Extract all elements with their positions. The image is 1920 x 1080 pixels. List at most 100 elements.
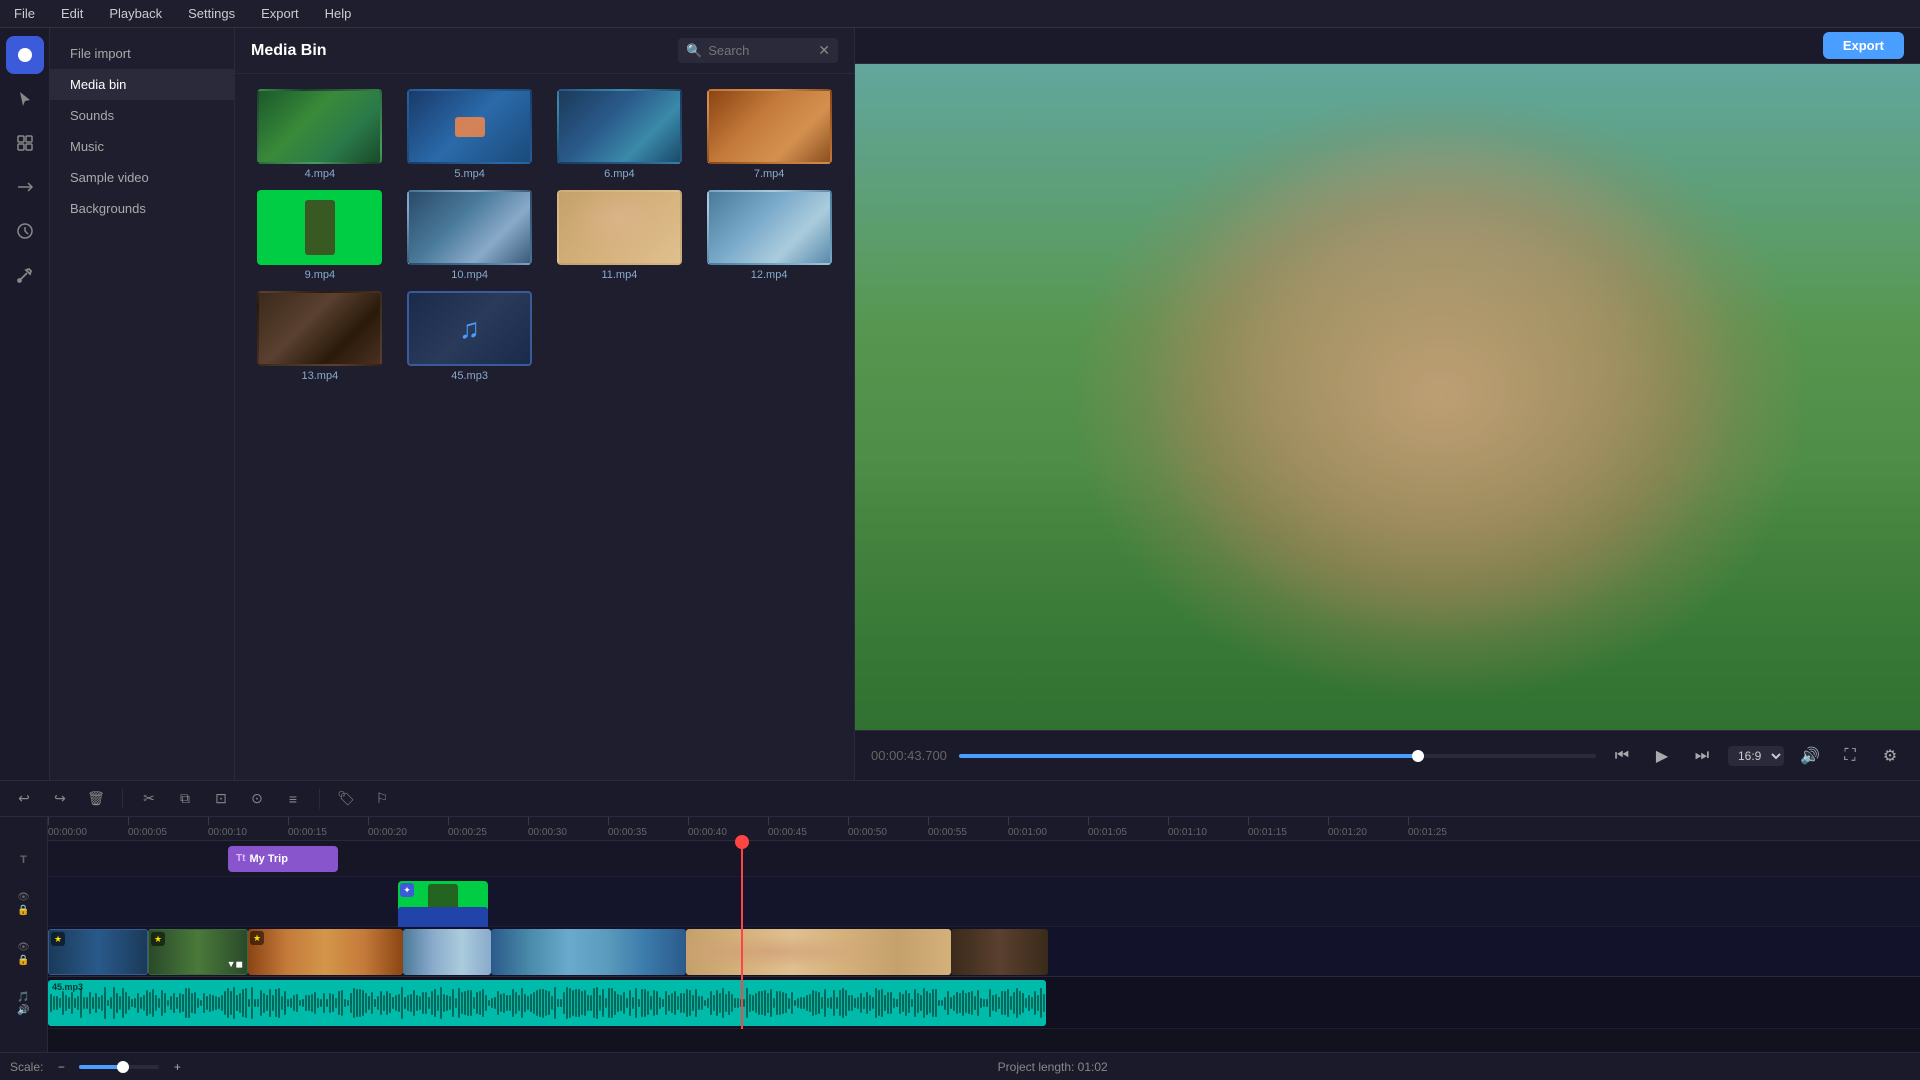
- media-label-5mp4: 5.mp4: [454, 168, 485, 180]
- media-item-12mp4[interactable]: 12.mp4: [699, 190, 839, 281]
- effect-clip[interactable]: [398, 907, 488, 929]
- ruler-mark-35s: 00:00:35: [608, 817, 647, 838]
- search-clear-icon[interactable]: ✕: [818, 42, 830, 59]
- video-clip-6[interactable]: [686, 929, 951, 975]
- video-clip-2[interactable]: ★ ▼◼: [148, 929, 248, 975]
- video-clip-4[interactable]: [403, 929, 491, 975]
- ruler-mark-45s: 00:00:45: [768, 817, 807, 838]
- eye-icon[interactable]: 👁: [17, 892, 30, 903]
- ruler-mark-1m15s: 00:01:15: [1248, 817, 1287, 838]
- media-item-4mp4[interactable]: 4.mp4: [250, 89, 390, 180]
- audio-mute-icon[interactable]: 🔊: [17, 1005, 29, 1016]
- panel-sample-video[interactable]: Sample video: [50, 162, 234, 193]
- menu-export[interactable]: Export: [257, 4, 303, 23]
- waveform-bars: [48, 980, 1046, 1026]
- media-item-9mp4[interactable]: 9.mp4: [250, 190, 390, 281]
- media-label-9mp4: 9.mp4: [305, 269, 336, 281]
- media-grid: 4.mp4 5.mp4 6.mp4 7.mp4: [235, 74, 854, 397]
- play-button[interactable]: ▶: [1648, 742, 1676, 770]
- settings-button[interactable]: ⚙: [1876, 742, 1904, 770]
- undo-button[interactable]: ↩: [10, 785, 38, 813]
- timeline-content[interactable]: 00:00:00 00:00:05 00:00:10 00:00:15 00:0…: [48, 817, 1920, 1052]
- timeline-tracks: Tt My Trip ✦: [48, 841, 1920, 1029]
- sidebar-icon-clock[interactable]: [6, 212, 44, 250]
- ruler-mark-55s: 00:00:55: [928, 817, 967, 838]
- cut-button[interactable]: ✂: [135, 785, 163, 813]
- menu-playback[interactable]: Playback: [105, 4, 166, 23]
- scale-thumb: [117, 1061, 129, 1073]
- list-button[interactable]: ≡: [279, 785, 307, 813]
- media-item-45mp3[interactable]: ♫ 45.mp3: [400, 291, 540, 382]
- search-input[interactable]: [708, 43, 812, 58]
- timeline-toolbar: ↩ ↪ 🗑 ✂ ⧉ ⊡ ⊙ ≡ 🏷 ⚐: [0, 781, 1920, 817]
- sidebar-icon-transitions[interactable]: [6, 168, 44, 206]
- export-button[interactable]: Export: [1823, 32, 1904, 59]
- music-note-icon: ♫: [409, 293, 530, 364]
- media-thumb-9mp4: [257, 190, 382, 265]
- sidebar-icon-home[interactable]: [6, 36, 44, 74]
- menu-help[interactable]: Help: [321, 4, 356, 23]
- ruler-mark-1m25s: 00:01:25: [1408, 817, 1447, 838]
- video-clip-1[interactable]: ★: [48, 929, 148, 975]
- fx-badge: ✦: [400, 883, 414, 897]
- video-clip-7[interactable]: [951, 929, 1048, 975]
- media-thumb-13mp4: [257, 291, 382, 366]
- panel-backgrounds[interactable]: Backgrounds: [50, 193, 234, 224]
- copy-button[interactable]: ⧉: [171, 785, 199, 813]
- video-lock-icon[interactable]: 🔒: [17, 955, 29, 966]
- preview-progress-bar[interactable]: [959, 754, 1596, 758]
- main-area: File import Media bin Sounds Music Sampl…: [0, 28, 1920, 780]
- media-item-6mp4[interactable]: 6.mp4: [550, 89, 690, 180]
- scale-decrease-button[interactable]: −: [51, 1057, 71, 1077]
- fullscreen-button[interactable]: ⛶: [1836, 742, 1864, 770]
- title-track-icon[interactable]: T: [0, 841, 47, 879]
- media-label-6mp4: 6.mp4: [604, 168, 635, 180]
- media-item-10mp4[interactable]: 10.mp4: [400, 190, 540, 281]
- sticker-button[interactable]: 🏷: [332, 785, 360, 813]
- panel-sounds[interactable]: Sounds: [50, 100, 234, 131]
- panel-file-import[interactable]: File import: [50, 38, 234, 69]
- sidebar-icon-tools[interactable]: [6, 256, 44, 294]
- menu-edit[interactable]: Edit: [57, 4, 87, 23]
- ruler-mark-50s: 00:00:50: [848, 817, 887, 838]
- ruler-mark-1m5s: 00:01:05: [1088, 817, 1127, 838]
- aspect-ratio-select[interactable]: 16:9 9:16 1:1 4:3: [1728, 746, 1784, 766]
- lock-icon[interactable]: 🔒: [17, 905, 29, 916]
- toolbar-separator-2: [319, 789, 320, 809]
- flag-button[interactable]: ⚐: [368, 785, 396, 813]
- search-box[interactable]: 🔍 ✕: [678, 38, 838, 63]
- skip-forward-button[interactable]: ⏭: [1688, 742, 1716, 770]
- timer-button[interactable]: ⊙: [243, 785, 271, 813]
- panel-music[interactable]: Music: [50, 131, 234, 162]
- sidebar-icon-effects[interactable]: [6, 124, 44, 162]
- delete-button[interactable]: 🗑: [82, 785, 110, 813]
- sidebar-icon-cursor[interactable]: [6, 80, 44, 118]
- video-eye-icon[interactable]: 👁: [17, 942, 30, 953]
- media-label-11mp4: 11.mp4: [601, 269, 637, 281]
- fx-overlay-track: ✦: [48, 877, 1920, 927]
- video-clip-3[interactable]: ★: [248, 929, 403, 975]
- timeline-playhead[interactable]: [741, 841, 743, 1029]
- sidebar-icons: [0, 28, 50, 780]
- timeline-left-controls: T 👁 🔒 👁 🔒 🎵 🔊: [0, 817, 48, 1052]
- volume-button[interactable]: 🔊: [1796, 742, 1824, 770]
- audio-waveform[interactable]: 45.mp3: [48, 980, 1046, 1026]
- ruler-mark-1m: 00:01:00: [1008, 817, 1047, 838]
- media-item-11mp4[interactable]: 11.mp4: [550, 190, 690, 281]
- video-clip-5[interactable]: [491, 929, 686, 975]
- audio-eye-icon[interactable]: 🎵: [17, 992, 29, 1003]
- skip-back-button[interactable]: ⏮: [1608, 742, 1636, 770]
- panel-media-bin[interactable]: Media bin: [50, 69, 234, 100]
- redo-button[interactable]: ↪: [46, 785, 74, 813]
- scale-increase-button[interactable]: +: [167, 1057, 187, 1077]
- crop-button[interactable]: ⊡: [207, 785, 235, 813]
- menu-file[interactable]: File: [10, 4, 39, 23]
- title-clip[interactable]: Tt My Trip: [228, 846, 338, 872]
- menu-bar: File Edit Playback Settings Export Help: [0, 0, 1920, 28]
- ruler-mark-0: 00:00:00: [48, 817, 87, 838]
- scale-slider[interactable]: [79, 1065, 159, 1069]
- media-item-13mp4[interactable]: 13.mp4: [250, 291, 390, 382]
- media-item-5mp4[interactable]: 5.mp4: [400, 89, 540, 180]
- media-item-7mp4[interactable]: 7.mp4: [699, 89, 839, 180]
- menu-settings[interactable]: Settings: [184, 4, 239, 23]
